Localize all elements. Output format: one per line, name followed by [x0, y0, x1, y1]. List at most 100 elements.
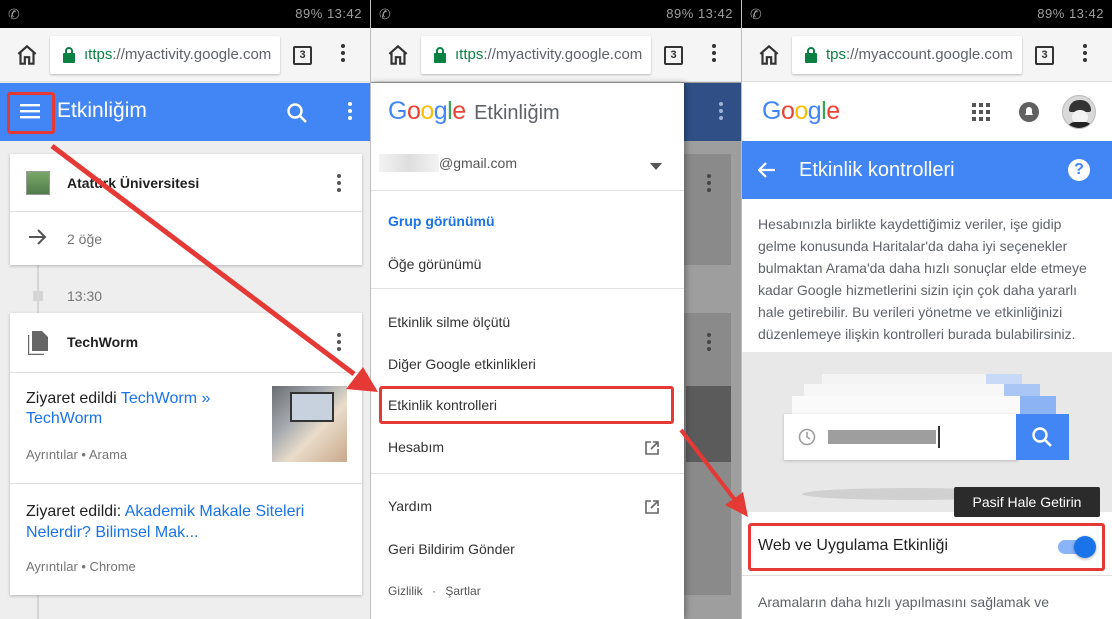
status-bar: ✆ 89% 13:42 — [0, 0, 370, 28]
history-icon — [798, 428, 816, 446]
toggle-highlight — [748, 523, 1105, 571]
visit-prefix: Ziyaret edildi — [26, 390, 117, 407]
drawer-separator — [371, 288, 684, 289]
card-menu-icon — [706, 333, 711, 353]
open-in-new-icon — [645, 441, 659, 455]
clock: 13:42 — [1068, 6, 1104, 21]
url-scheme: tps — [826, 46, 847, 63]
browser-menu-icon[interactable] — [711, 44, 717, 66]
card-menu-icon — [706, 174, 711, 194]
hamburger-highlight — [7, 92, 55, 134]
visit-meta[interactable]: Ayrıntılar • Arama — [26, 447, 127, 462]
visit-entry[interactable]: Ziyaret edildi TechWorm » TechWorm — [26, 389, 256, 429]
privacy-link[interactable]: Gizlilik — [388, 584, 423, 598]
card-menu-icon[interactable] — [336, 333, 341, 353]
illustration-cursor — [938, 426, 940, 448]
footer-links: Gizlilik · Şartlar — [388, 584, 481, 598]
account-row[interactable]: @gmail.com — [371, 147, 684, 187]
notifications-icon[interactable] — [1018, 101, 1040, 123]
illustration-search-button — [1016, 414, 1069, 460]
open-in-new-icon — [645, 500, 659, 514]
browser-toolbar: ıttps://myactivity.google.com 3 — [371, 28, 741, 82]
terms-link[interactable]: Şartlar — [445, 584, 480, 598]
timeline-dot — [33, 291, 43, 301]
account-header: Google — [742, 83, 1112, 141]
drawer-title: Etkinliğim — [474, 102, 560, 124]
menu-item-other-google-activity[interactable]: Diğer Google etkinlikleri — [388, 356, 536, 372]
menu-item-group-view[interactable]: Grup görünümü — [388, 213, 495, 229]
url-host: ://myactivity.google.com — [112, 46, 272, 63]
url-scheme: ıttps — [455, 46, 484, 63]
card-menu-icon[interactable] — [336, 174, 341, 194]
clock: 13:42 — [326, 6, 362, 21]
activity-card-ataturk: Atatürk Üniversitesi 2 öğe — [10, 154, 362, 265]
browser-toolbar: tps://myaccount.google.com 3 — [742, 28, 1112, 82]
battery-level: 89% — [1037, 6, 1065, 21]
dimmed-thumbnail — [686, 386, 731, 462]
overflow-menu-icon[interactable] — [347, 102, 352, 122]
activity-card-techworm: TechWorm Ziyaret edildi TechWorm » TechW… — [10, 313, 362, 595]
description-text: Hesabınızla birlikte kaydettiğimiz veril… — [758, 216, 1087, 342]
status-bar: ✆ 89% 13:42 — [742, 0, 1112, 28]
menu-item-send-feedback[interactable]: Geri Bildirim Gönder — [388, 541, 515, 557]
battery-level: 89% — [666, 6, 694, 21]
url-scheme: ıttps — [84, 46, 113, 63]
phone-icon: ✆ — [8, 6, 20, 22]
search-icon[interactable] — [286, 102, 308, 124]
card-divider — [10, 211, 362, 212]
help-icon[interactable]: ? — [1068, 159, 1090, 181]
card-title: Atatürk Üniversitesi — [67, 175, 200, 191]
page-title: Etkinlik kontrolleri — [799, 159, 955, 181]
address-bar[interactable]: ıttps://myactivity.google.com — [421, 36, 651, 74]
home-icon[interactable] — [756, 42, 782, 68]
account-email: @gmail.com — [439, 155, 518, 171]
arrow-right-icon — [29, 229, 47, 245]
address-bar[interactable]: tps://myaccount.google.com — [792, 36, 1022, 74]
bottom-text: Aramaların daha hızlı yapılmasını sağlam… — [758, 594, 1050, 610]
footer-dot: · — [432, 584, 437, 598]
visit-meta[interactable]: Ayrıntılar • Chrome — [26, 559, 136, 574]
home-icon[interactable] — [385, 42, 411, 68]
battery-level: 89% — [295, 6, 323, 21]
search-icon — [1032, 427, 1052, 447]
clock: 13:42 — [697, 6, 733, 21]
apps-grid-icon[interactable] — [972, 103, 990, 121]
chevron-down-icon[interactable] — [650, 163, 662, 170]
drawer-separator — [371, 473, 684, 474]
menu-item-item-view[interactable]: Öğe görünümü — [388, 256, 481, 272]
phone-icon: ✆ — [750, 6, 762, 22]
card-title: TechWorm — [67, 334, 139, 350]
lock-icon — [63, 47, 75, 63]
browser-menu-icon[interactable] — [340, 44, 346, 66]
tab-switcher-button[interactable]: 3 — [664, 46, 683, 65]
blurred-username — [379, 154, 439, 172]
status-bar: ✆ 89% 13:42 — [371, 0, 741, 28]
overflow-menu-icon — [718, 102, 723, 122]
phone-icon: ✆ — [379, 6, 391, 22]
app-title: Etkinliğim — [57, 99, 147, 122]
page-header: Etkinlik kontrolleri ? — [742, 141, 1112, 199]
visit-entry[interactable]: Ziyaret edildi: Akademik Makale Siteleri… — [26, 501, 336, 543]
tooltip-text: Pasif Hale Getirin — [972, 494, 1082, 510]
home-icon[interactable] — [14, 42, 40, 68]
drawer-separator — [371, 190, 684, 191]
item-count-link[interactable]: 2 öğe — [67, 231, 102, 247]
menu-item-help[interactable]: Yardım — [388, 498, 432, 514]
google-logo: Google — [388, 97, 466, 125]
tab-switcher-button[interactable]: 3 — [293, 46, 312, 65]
address-bar[interactable]: ıttps://myactivity.google.com — [50, 36, 280, 74]
google-logo: Google — [762, 97, 840, 125]
panel-my-activity: ✆ 89% 13:42 ıttps://myactivity.google.co… — [0, 0, 370, 619]
avatar[interactable] — [1062, 95, 1096, 129]
panel-drawer-open: ✆ 89% 13:42 ıttps://myactivity.google.co… — [371, 0, 741, 619]
site-thumbnail — [26, 171, 50, 195]
lock-icon — [805, 47, 817, 63]
browser-menu-icon[interactable] — [1082, 44, 1088, 66]
tab-switcher-button[interactable]: 3 — [1035, 46, 1054, 65]
card-divider — [10, 483, 362, 484]
menu-item-my-account[interactable]: Hesabım — [388, 439, 444, 455]
menu-item-delete-activity-by[interactable]: Etkinlik silme ölçütü — [388, 314, 510, 330]
back-arrow-icon[interactable] — [758, 162, 776, 178]
tooltip: Pasif Hale Getirin — [954, 487, 1100, 517]
url-host: ://myactivity.google.com — [483, 46, 643, 63]
